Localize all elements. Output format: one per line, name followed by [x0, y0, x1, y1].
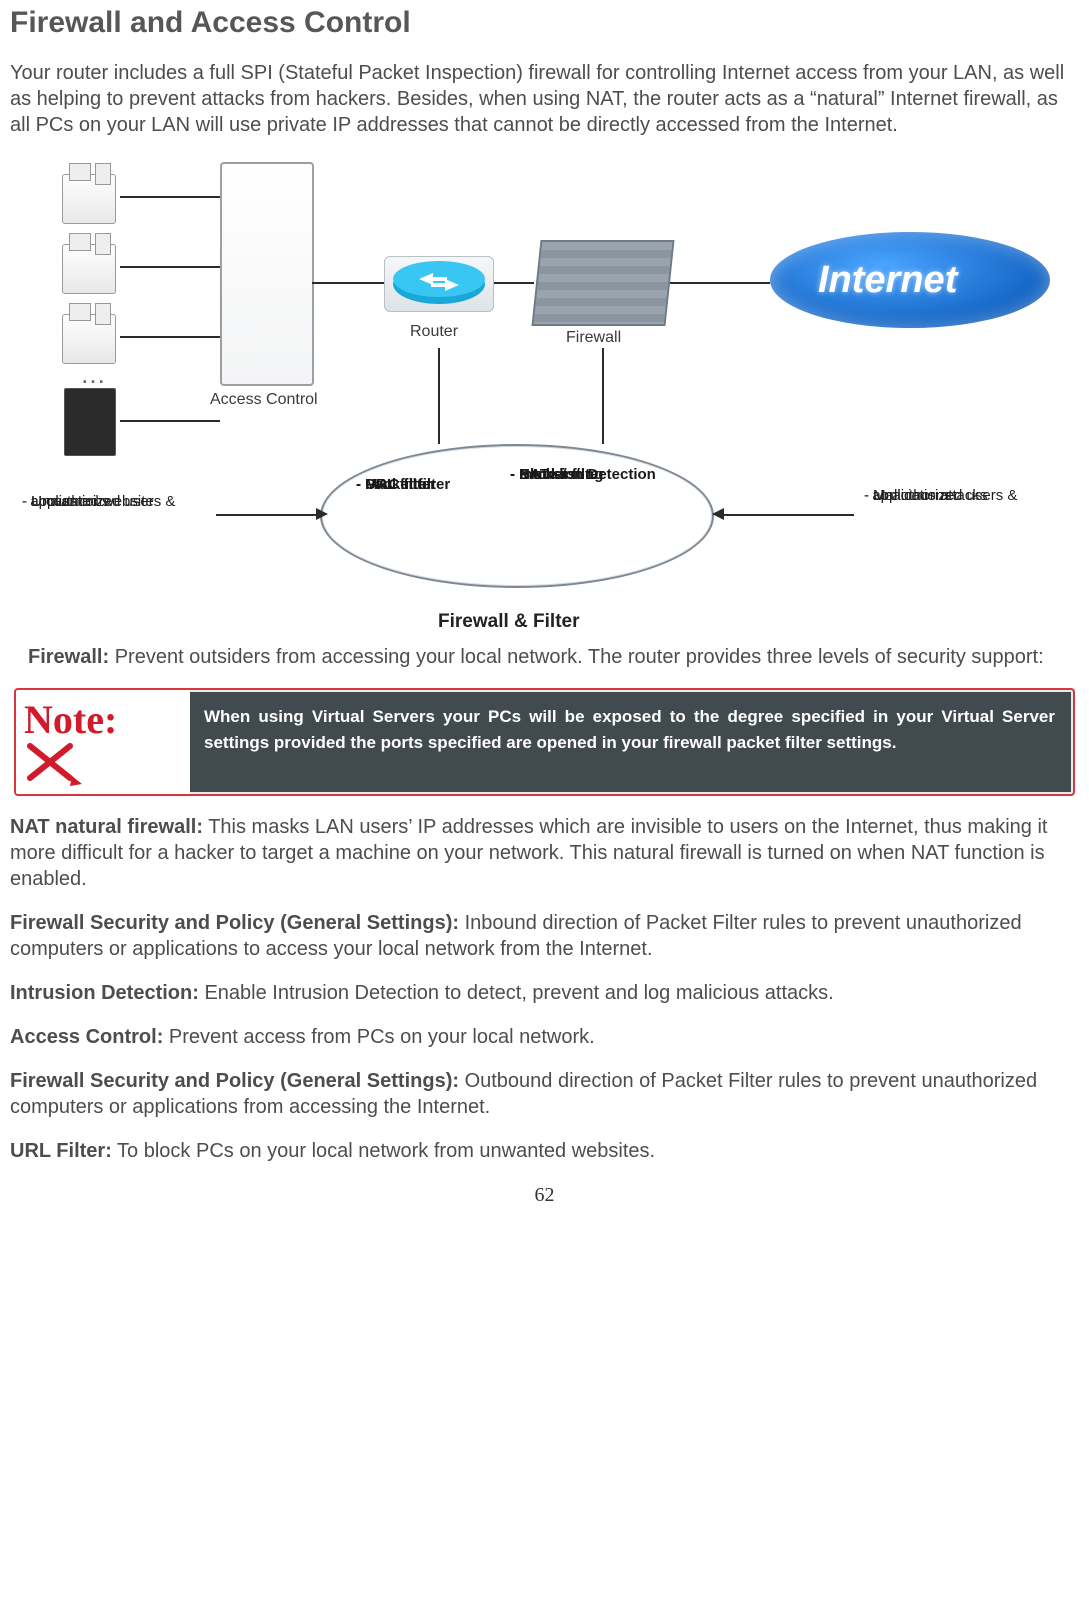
item-url-filter: URL Filter: To block PCs on your local n…: [10, 1138, 1079, 1164]
item-bold: Firewall Security and Policy (General Se…: [10, 912, 459, 934]
item-nat: NAT natural firewall: This masks LAN use…: [10, 814, 1079, 892]
pencil-x-icon: [24, 738, 84, 788]
item-text: Prevent access from PCs on your local ne…: [163, 1026, 594, 1048]
lan-pc-icon: [62, 174, 116, 224]
connector-line: [120, 266, 220, 268]
router-icon: [384, 256, 494, 312]
connector-line: [670, 282, 770, 284]
router-label: Router: [410, 322, 458, 343]
ellipsis-icon: …: [80, 358, 110, 392]
connector-line: [438, 348, 440, 444]
firewall-label-bold: Firewall:: [28, 646, 109, 668]
note-badge: Note:: [16, 690, 190, 794]
connector-line: [724, 514, 854, 516]
connector-line: [312, 282, 384, 284]
arrow-right-icon: [316, 508, 328, 520]
lan-pc-icon: [62, 244, 116, 294]
item-intrusion: Intrusion Detection: Enable Intrusion De…: [10, 980, 1079, 1006]
network-diagram: … Access Control Router Firewall Interne…: [10, 152, 1070, 642]
access-control-box: [220, 162, 314, 386]
connector-line: [602, 348, 604, 444]
page-title: Firewall and Access Control: [10, 3, 1079, 42]
lan-pc-icon: [62, 314, 116, 364]
note-text: When using Virtual Servers your PCs will…: [190, 690, 1073, 794]
item-bold: NAT natural firewall:: [10, 816, 203, 838]
connector-line: [120, 196, 220, 198]
connector-line: [216, 514, 316, 516]
lan-server-icon: [64, 388, 116, 456]
connector-line: [494, 282, 534, 284]
item-text: To block PCs on your local network from …: [112, 1140, 655, 1162]
firewall-label-text: Prevent outsiders from accessing your lo…: [109, 646, 1044, 668]
access-control-label: Access Control: [210, 390, 318, 411]
item-outbound: Firewall Security and Policy (General Se…: [10, 1068, 1079, 1120]
intro-paragraph: Your router includes a full SPI (Statefu…: [10, 60, 1079, 138]
firewall-summary: Firewall: Prevent outsiders from accessi…: [28, 644, 1079, 670]
firewall-label: Firewall: [566, 328, 621, 349]
firewall-icon: [531, 240, 674, 326]
item-access-control: Access Control: Prevent access from PCs …: [10, 1024, 1079, 1050]
item-bold: Intrusion Detection:: [10, 982, 199, 1004]
item-bold: URL Filter:: [10, 1140, 112, 1162]
item-text: Enable Intrusion Detection to detect, pr…: [199, 982, 834, 1004]
connector-line: [120, 336, 220, 338]
item-bold: Firewall Security and Policy (General Se…: [10, 1070, 459, 1092]
internet-label: Internet: [818, 256, 957, 305]
note-word: Note:: [24, 700, 117, 740]
arrow-left-icon: [712, 508, 724, 520]
item-inbound: Firewall Security and Policy (General Se…: [10, 910, 1079, 962]
item-bold: Access Control:: [10, 1026, 163, 1048]
note-callout: Note: When using Virtual Servers your PC…: [14, 688, 1075, 796]
page-number: 62: [10, 1182, 1079, 1208]
diagram-caption: Firewall & Filter: [438, 610, 579, 635]
connector-line: [120, 420, 220, 422]
